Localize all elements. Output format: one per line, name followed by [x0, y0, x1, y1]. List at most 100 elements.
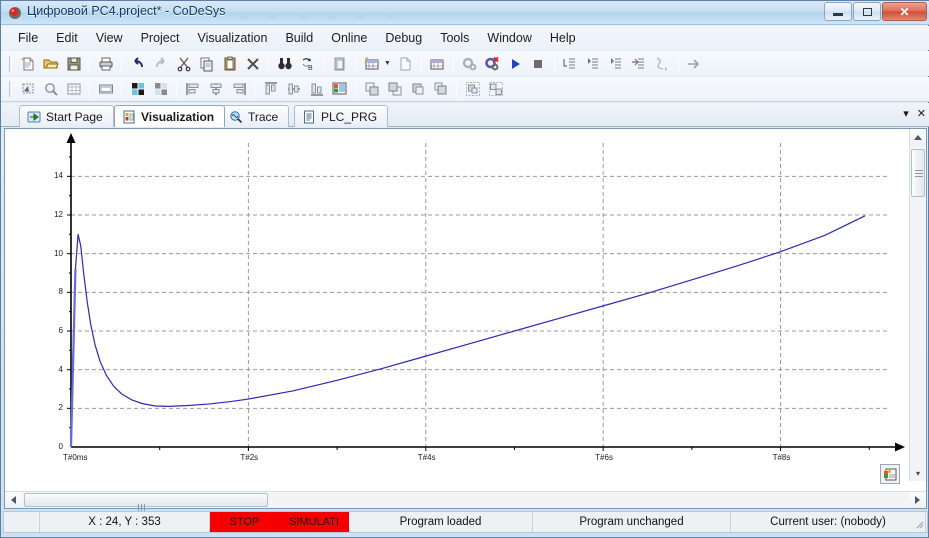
align-right-icon[interactable]	[228, 79, 249, 100]
minimize-button[interactable]	[824, 2, 852, 21]
status-cell-3[interactable]: SIMULATI	[279, 512, 349, 532]
visual-element-a-icon[interactable]	[127, 79, 148, 100]
y-axis-tick-label: 2	[58, 403, 63, 413]
align-left-icon[interactable]	[182, 79, 203, 100]
tab-trace[interactable]: Trace	[221, 105, 290, 127]
new-project-icon[interactable]	[17, 53, 38, 74]
menu-item-build[interactable]: Build	[276, 28, 322, 48]
group-icon[interactable]	[462, 79, 483, 100]
menu-item-debug[interactable]: Debug	[376, 28, 431, 48]
align-top-icon[interactable]	[260, 79, 281, 100]
y-axis-tick-label: 6	[58, 326, 63, 335]
x-axis-tick-label: T#4s	[417, 453, 436, 462]
bring-forward-icon[interactable]	[407, 79, 428, 100]
chart-canvas	[66, 133, 905, 452]
bring-to-front-icon[interactable]	[361, 79, 382, 100]
visual-frame-icon[interactable]	[95, 79, 116, 100]
chart-options-caret-icon[interactable]: ▾	[916, 469, 920, 478]
menu-item-help[interactable]: Help	[541, 28, 585, 48]
chart-vertical-scrollbar[interactable]	[909, 129, 926, 481]
visual-select-icon[interactable]	[17, 79, 38, 100]
menu-item-tools[interactable]: Tools	[431, 28, 478, 48]
align-bottom-icon[interactable]	[306, 79, 327, 100]
copy-icon[interactable]	[196, 53, 217, 74]
redo-icon[interactable]	[150, 53, 171, 74]
chevron-left-icon	[11, 496, 16, 504]
align-middle-icon[interactable]	[283, 79, 304, 100]
ungroup-icon[interactable]	[485, 79, 506, 100]
delete-icon[interactable]	[242, 53, 263, 74]
menu-item-visualization[interactable]: Visualization	[188, 28, 276, 48]
toolbar-drag-grip[interactable]	[9, 55, 12, 72]
generate-code-icon[interactable]	[395, 53, 416, 74]
toolbar-separator	[121, 81, 122, 97]
menu-item-view[interactable]: View	[87, 28, 132, 48]
vertical-scroll-thumb[interactable]	[911, 149, 925, 197]
x-axis-tick-label: T#6s	[595, 453, 613, 462]
run-to-cursor-icon[interactable]	[629, 53, 650, 74]
toolbar-separator	[355, 81, 356, 97]
align-center-h-icon[interactable]	[205, 79, 226, 100]
login-icon[interactable]	[459, 53, 480, 74]
start-icon[interactable]	[505, 53, 526, 74]
tab-close-icon[interactable]: ✕	[917, 107, 926, 120]
chevron-up-icon	[914, 135, 922, 140]
open-project-icon[interactable]	[40, 53, 61, 74]
visualization-element-button[interactable]	[880, 464, 900, 484]
send-backward-icon[interactable]	[430, 79, 451, 100]
chart-horizontal-scrollbar[interactable]	[5, 491, 926, 511]
send-to-back-icon[interactable]	[384, 79, 405, 100]
visual-element-b-icon[interactable]	[150, 79, 171, 100]
image-pool-icon[interactable]	[329, 79, 350, 100]
codesys-app-icon	[9, 7, 21, 19]
paste-icon[interactable]	[219, 53, 240, 74]
status-cell-2[interactable]: STOP	[210, 512, 279, 532]
tab-list-dropdown-icon[interactable]: ▾	[903, 107, 909, 120]
toolbar-separator	[323, 55, 324, 72]
trace-chart[interactable]: 0 2 4 6 8 10 12 14 T#0ms T#2s T#4s T#6s T#8s	[5, 129, 909, 481]
menu-item-edit[interactable]: Edit	[47, 28, 87, 48]
step-over-icon[interactable]	[560, 53, 581, 74]
save-icon[interactable]	[63, 53, 84, 74]
print-icon[interactable]	[95, 53, 116, 74]
find-icon[interactable]	[274, 53, 295, 74]
scroll-up-button[interactable]	[910, 129, 926, 146]
tab-plc-prg[interactable]: PLC_PRG	[294, 105, 389, 127]
horizontal-scroll-thumb[interactable]	[24, 493, 268, 511]
set-next-statement-icon[interactable]	[652, 53, 673, 74]
undo-icon[interactable]	[127, 53, 148, 74]
scroll-right-button[interactable]	[909, 492, 926, 508]
logout-icon[interactable]	[482, 53, 503, 74]
paste-special-icon[interactable]	[329, 53, 350, 74]
maximize-icon	[862, 7, 872, 16]
replace-icon[interactable]: B	[297, 53, 318, 74]
status-cell-0	[4, 512, 40, 532]
build-icon[interactable]	[361, 53, 382, 74]
visual-zoom-icon[interactable]	[40, 79, 61, 100]
menu-item-window[interactable]: Window	[478, 28, 540, 48]
step-out-icon[interactable]	[606, 53, 627, 74]
y-axis-tick-label: 0	[58, 442, 63, 451]
build-dropdown-caret[interactable]: ▼	[384, 60, 391, 67]
tab-label: Trace	[248, 109, 279, 124]
toolbar-separator	[420, 55, 422, 72]
cut-icon[interactable]	[173, 53, 194, 74]
x-axis-tick-label: T#8s	[772, 453, 791, 462]
visual-table-icon[interactable]	[63, 79, 84, 100]
tab-visualization[interactable]: Visualization	[114, 105, 226, 127]
flow-control-icon[interactable]	[684, 53, 705, 74]
start-page-icon	[27, 111, 41, 122]
menu-item-online[interactable]: Online	[322, 28, 376, 48]
menu-item-file[interactable]: File	[9, 28, 47, 48]
step-into-icon[interactable]	[583, 53, 604, 74]
tab-start-page[interactable]: Start Page	[19, 105, 114, 127]
x-axis-tick-label: T#0ms	[63, 453, 88, 462]
scroll-left-button[interactable]	[5, 492, 22, 508]
menu-item-project[interactable]: Project	[132, 28, 189, 48]
stop-icon[interactable]	[528, 53, 549, 74]
resize-grip-icon[interactable]	[913, 518, 925, 530]
maximize-button[interactable]	[853, 2, 881, 21]
clean-icon[interactable]	[427, 53, 448, 74]
close-button[interactable]: ✕	[882, 2, 927, 21]
toolbar-drag-grip[interactable]	[9, 81, 12, 97]
